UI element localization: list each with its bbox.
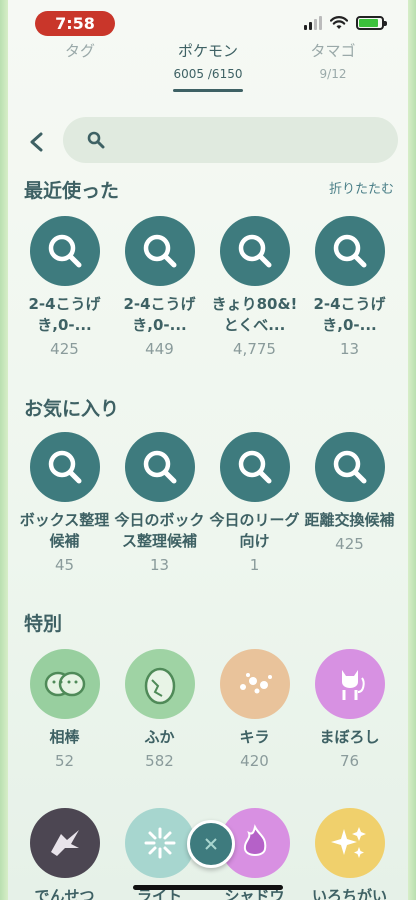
item-count: 1	[249, 556, 260, 574]
active-tab-indicator	[173, 89, 243, 92]
recent-search-item[interactable]: 2-4こうげき,0-... 449	[112, 216, 207, 358]
special-section-title: 特別	[24, 613, 63, 635]
search-icon	[29, 216, 100, 286]
item-count: 4,775	[233, 340, 276, 358]
item-label: 2-4こうげき,0-...	[28, 295, 101, 334]
back-chevron-icon[interactable]	[26, 131, 48, 153]
favorite-search-item[interactable]: 距離交換候補 425	[302, 432, 397, 553]
item-label: 相棒	[49, 728, 80, 746]
item-label: 今日のリーグ向け	[209, 511, 300, 550]
search-icon	[314, 432, 385, 502]
tab-label: タマゴ	[310, 42, 356, 60]
pokemon-search-screen: 7:58 タグ ポケモン 6005 /6150 タマゴ 9/12 最近使った 折…	[8, 0, 408, 900]
status-time: 7:58	[35, 11, 115, 36]
item-label: ボックス整理候補	[19, 511, 110, 550]
search-input[interactable]	[63, 117, 398, 163]
shiny-icon	[314, 808, 385, 878]
mythical-icon	[314, 649, 385, 719]
item-count: 76	[339, 752, 360, 770]
item-count: 425	[335, 535, 364, 553]
item-count: 13	[339, 340, 360, 358]
item-label: いろちがい	[311, 887, 387, 900]
search-icon	[87, 131, 105, 149]
tab-label: タグ	[64, 42, 95, 60]
status-icons	[304, 16, 387, 30]
item-label: 2-4こうげき,0-...	[313, 295, 386, 334]
search-icon	[314, 216, 385, 286]
recent-search-item[interactable]: 2-4こうげき,0-... 13	[302, 216, 397, 358]
item-label: きょり80&!とくべ...	[211, 295, 298, 334]
favorite-search-item[interactable]: ボックス整理候補 45	[17, 432, 112, 574]
special-item-legendary[interactable]: でんせつ	[17, 808, 112, 900]
close-button[interactable]	[187, 820, 235, 868]
tab-sub: 9/12	[319, 67, 347, 81]
item-count: 449	[145, 340, 174, 358]
item-count: 52	[54, 752, 75, 770]
search-icon	[124, 216, 195, 286]
favorites-section-title: お気に入り	[24, 398, 120, 420]
search-icon	[219, 432, 290, 502]
battery-icon	[356, 16, 387, 30]
item-count: 420	[240, 752, 269, 770]
special-item-buddy[interactable]: 相棒 52	[17, 649, 112, 770]
recent-search-item[interactable]: 2-4こうげき,0-... 425	[17, 216, 112, 358]
special-item-lucky[interactable]: キラ 420	[207, 649, 302, 770]
item-count: 13	[149, 556, 170, 574]
item-count: 425	[50, 340, 79, 358]
search-icon	[219, 216, 290, 286]
egg-icon	[124, 649, 195, 719]
cellular-signal-icon	[304, 16, 322, 30]
tab-eggs[interactable]: タマゴ 9/12	[298, 40, 368, 81]
tab-tags[interactable]: タグ	[60, 40, 100, 67]
tab-sub: 6005 /6150	[173, 67, 243, 81]
item-label: 2-4こうげき,0-...	[123, 295, 196, 334]
favorite-search-item[interactable]: 今日のリーグ向け 1	[207, 432, 302, 574]
item-count: 45	[54, 556, 75, 574]
item-label: キラ	[239, 728, 270, 746]
wifi-icon	[330, 16, 348, 29]
tab-label: ポケモン	[177, 42, 238, 60]
special-item-shiny[interactable]: いろちがい	[302, 808, 397, 900]
tab-pokemon[interactable]: ポケモン 6005 /6150	[158, 40, 258, 81]
collapse-button[interactable]: 折りたたむ	[329, 178, 394, 197]
search-icon	[29, 432, 100, 502]
item-label: でんせつ	[34, 887, 95, 900]
tab-bar: タグ ポケモン 6005 /6150 タマゴ 9/12	[8, 40, 408, 96]
item-label: まぼろし	[319, 728, 380, 746]
item-label: ふか	[144, 728, 175, 746]
favorite-search-item[interactable]: 今日のボックス整理候補 13	[112, 432, 207, 574]
special-item-hatched[interactable]: ふか 582	[112, 649, 207, 770]
light-icon	[124, 808, 195, 878]
item-label: 今日のボックス整理候補	[114, 511, 205, 550]
special-item-mythical[interactable]: まぼろし 76	[302, 649, 397, 770]
legendary-icon	[29, 808, 100, 878]
search-icon	[124, 432, 195, 502]
recent-search-item[interactable]: きょり80&!とくべ... 4,775	[207, 216, 302, 358]
item-label: 距離交換候補	[304, 511, 395, 529]
recent-section-title: 最近使った	[24, 180, 120, 202]
close-icon	[205, 838, 217, 850]
home-indicator[interactable]	[133, 885, 283, 890]
lucky-sparkle-icon	[219, 649, 290, 719]
buddy-icon	[29, 649, 100, 719]
item-count: 582	[145, 752, 174, 770]
